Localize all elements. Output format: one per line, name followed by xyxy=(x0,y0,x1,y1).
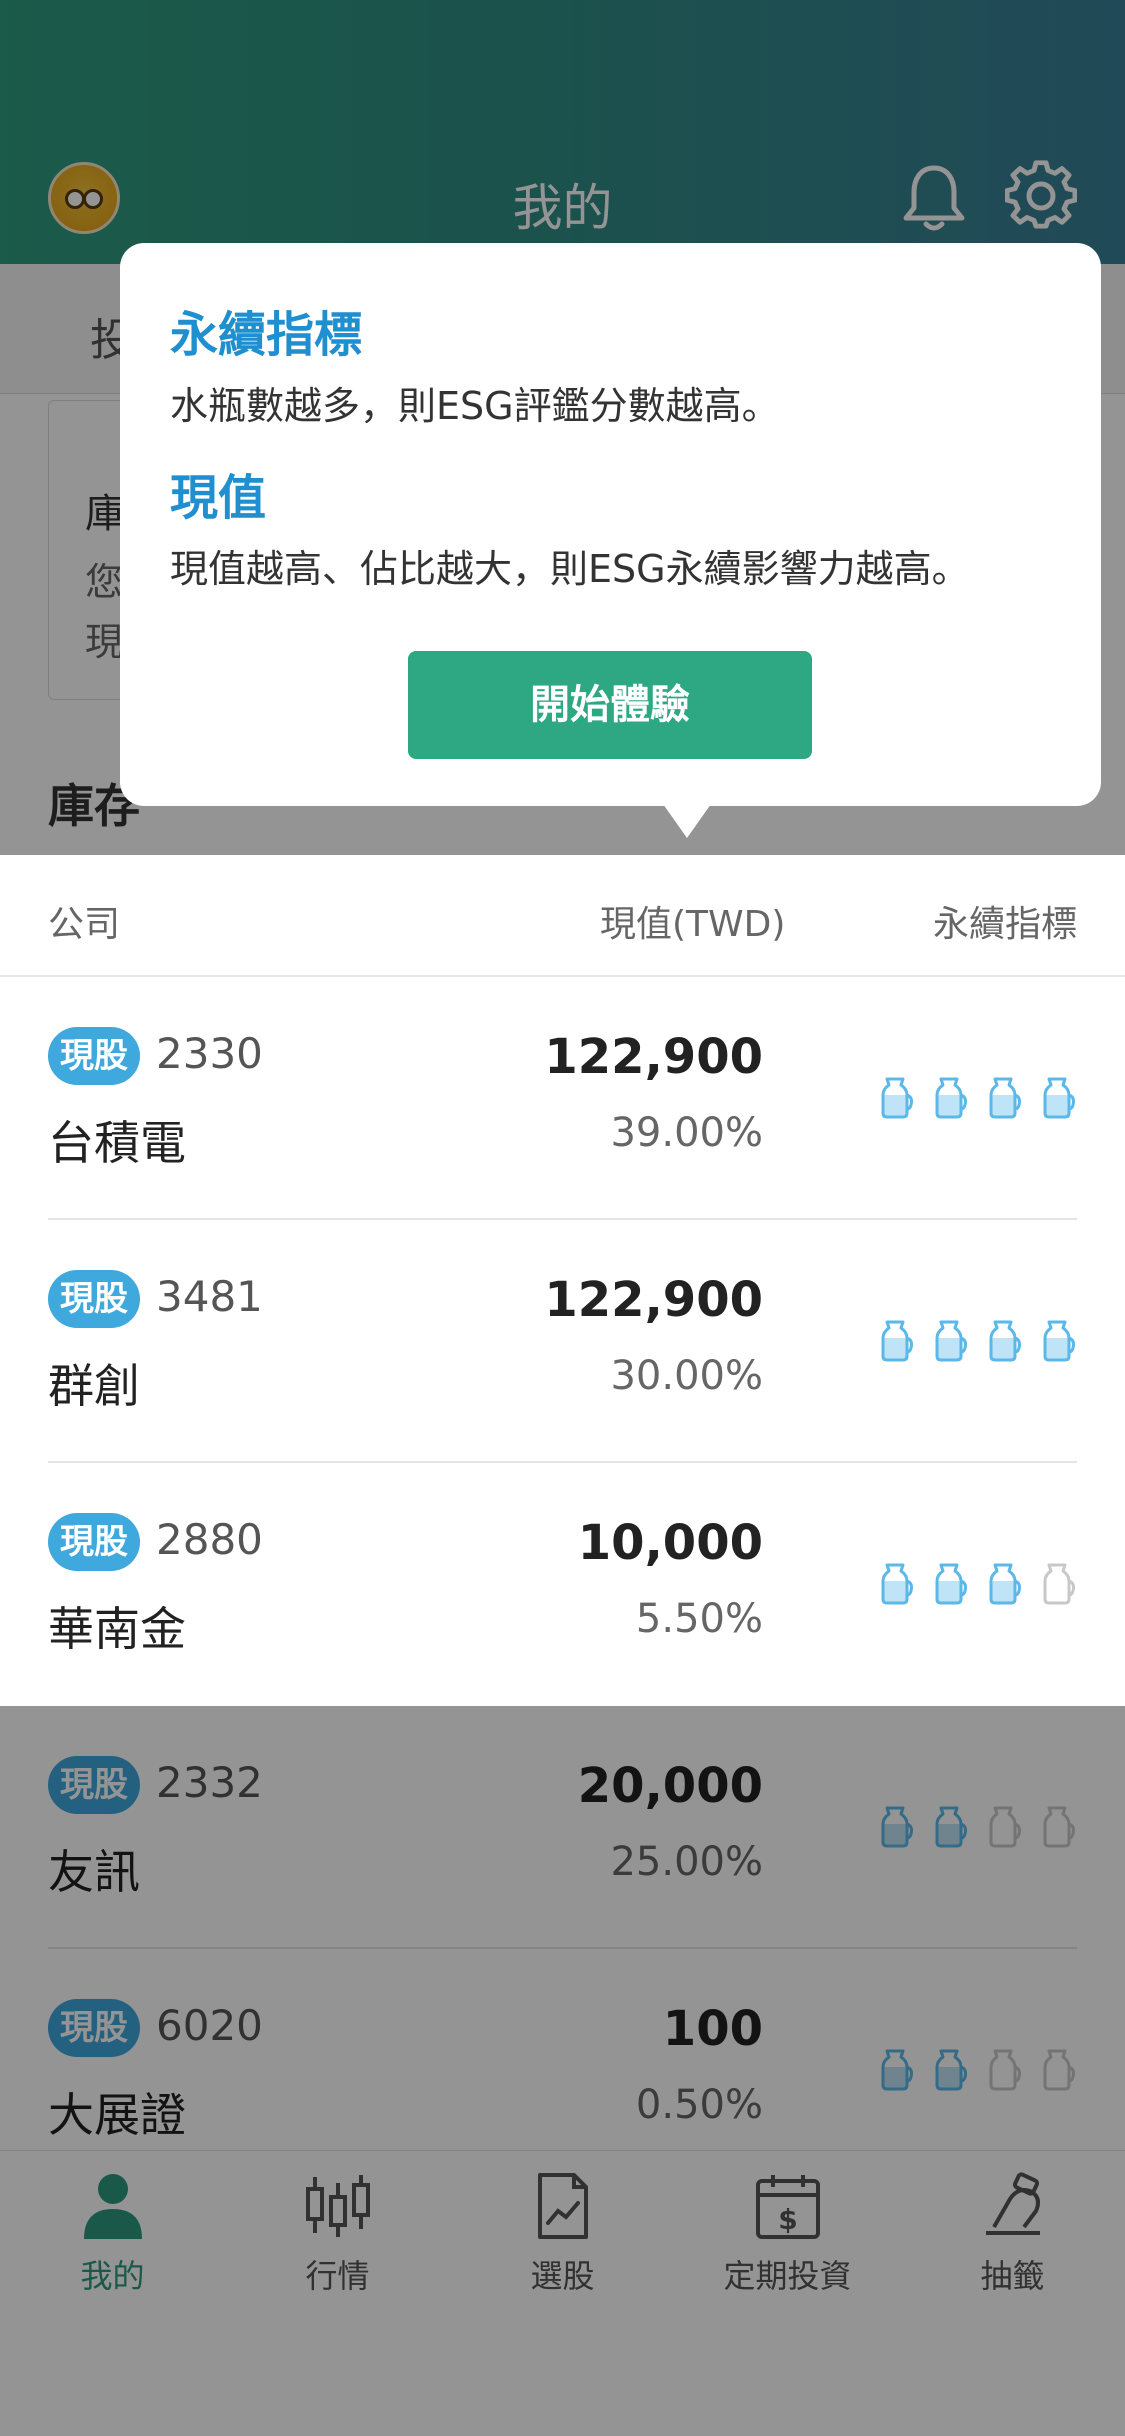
esg-bottle-rating xyxy=(875,1318,1085,1366)
stock-code: 2880 xyxy=(156,1515,263,1564)
stock-type-badge: 現股 xyxy=(48,1513,140,1571)
water-bottle-filled-icon xyxy=(935,1320,967,1362)
water-bottle-filled-icon xyxy=(935,1077,967,1119)
table-header: 公司 現值(TWD) 永續指標 xyxy=(0,855,1125,977)
stock-type-badge: 現股 xyxy=(48,1270,140,1328)
stock-type-badge: 現股 xyxy=(48,1027,140,1085)
stock-code: 2330 xyxy=(156,1029,263,1078)
esg-bottle-rating xyxy=(875,1561,1085,1609)
column-header-value: 現值(TWD) xyxy=(600,904,786,945)
column-header-esg-index: 永續指標 xyxy=(932,904,1077,945)
market-value: 122,900 xyxy=(544,1272,763,1328)
water-bottle-empty-icon xyxy=(1043,1563,1075,1605)
market-value: 10,000 xyxy=(577,1515,763,1571)
water-bottle-filled-icon xyxy=(881,1077,913,1119)
water-bottle-filled-icon xyxy=(989,1563,1021,1605)
holding-percent: 39.00% xyxy=(610,1110,763,1156)
tutorial-overlay-bottom[interactable] xyxy=(0,1706,1125,2436)
water-bottle-filled-icon xyxy=(1043,1077,1075,1119)
company-name: 華南金 xyxy=(48,1602,186,1656)
tooltip-heading-esg-index: 永續指標 xyxy=(170,307,363,363)
tooltip-arrow xyxy=(663,804,711,838)
water-bottle-filled-icon xyxy=(989,1077,1021,1119)
start-experience-button[interactable]: 開始體驗 xyxy=(408,651,812,759)
holding-percent: 30.00% xyxy=(610,1353,763,1399)
tooltip-text-esg-index: 水瓶數越多，則ESG評鑑分數越高。 xyxy=(170,384,780,428)
table-row[interactable]: 現股 3481 群創 122,900 30.00% xyxy=(0,1220,1125,1463)
tooltip-text-value: 現值越高、佔比越大，則ESG永續影響力越高。 xyxy=(170,547,970,591)
water-bottle-filled-icon xyxy=(935,1563,967,1605)
water-bottle-filled-icon xyxy=(881,1320,913,1362)
water-bottle-filled-icon xyxy=(881,1563,913,1605)
tutorial-tooltip: 永續指標 水瓶數越多，則ESG評鑑分數越高。 現值 現值越高、佔比越大，則ESG… xyxy=(120,243,1101,806)
tooltip-heading-value: 現值 xyxy=(170,470,267,526)
stock-code: 3481 xyxy=(156,1272,263,1321)
holding-percent: 5.50% xyxy=(635,1596,763,1642)
company-name: 台積電 xyxy=(48,1116,186,1170)
market-value: 122,900 xyxy=(544,1029,763,1085)
table-row[interactable]: 現股 2330 台積電 122,900 39.00% xyxy=(0,977,1125,1220)
column-header-company: 公司 xyxy=(48,904,121,945)
water-bottle-filled-icon xyxy=(989,1320,1021,1362)
esg-bottle-rating xyxy=(875,1075,1085,1123)
table-row[interactable]: 現股 2880 華南金 10,000 5.50% xyxy=(0,1463,1125,1706)
company-name: 群創 xyxy=(48,1359,140,1413)
water-bottle-filled-icon xyxy=(1043,1320,1075,1362)
